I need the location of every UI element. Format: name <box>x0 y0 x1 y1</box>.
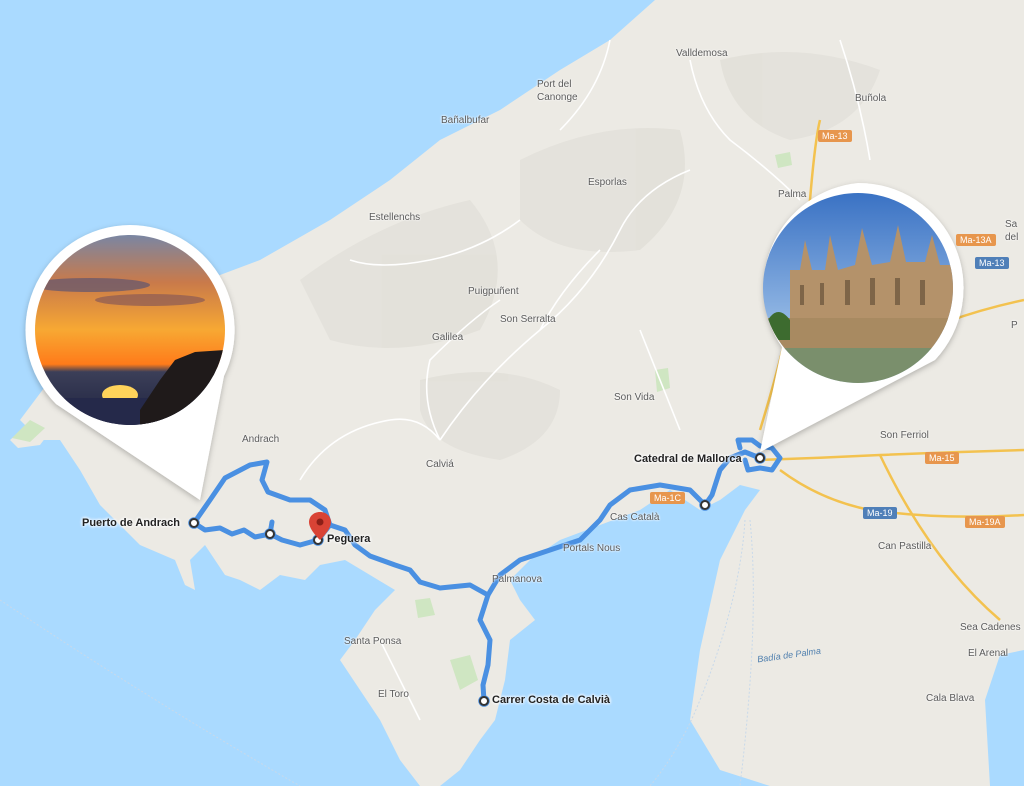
place-estellencs: Estellenchs <box>369 212 421 223</box>
place-palmanova: Palmanova <box>492 574 543 585</box>
place-galilea: Galilea <box>432 332 464 343</box>
place-port-canonge: Port del Canonge <box>537 79 578 103</box>
place-andratx: Andrach <box>242 434 280 445</box>
place-palma: Palma <box>778 189 807 200</box>
place-santa-ponsa: Santa Ponsa <box>344 636 402 647</box>
place-banyalbufar: Bañalbufar <box>441 115 490 126</box>
map-base-layer <box>0 0 1024 786</box>
place-el-toro: El Toro <box>378 689 409 700</box>
place-sant-marcal: Sa del <box>1005 219 1019 243</box>
place-puigpunyent: Puigpuñent <box>468 286 519 297</box>
place-esporles: Esporlas <box>588 177 627 188</box>
place-son-serralta: Son Serralta <box>500 314 556 325</box>
road-shield-ma19a: Ma-19A <box>965 516 1005 528</box>
place-edge-p: P <box>1011 320 1018 331</box>
road-shield-ma13: Ma-13 <box>975 257 1009 269</box>
stop-label-puerto-andratx[interactable]: Puerto de Andrach <box>82 517 180 529</box>
stop-label-peguera[interactable]: Peguera <box>327 533 370 545</box>
road-shield-ma19: Ma-19 <box>863 507 897 519</box>
road-shield-ma13-top: Ma-13 <box>818 130 852 142</box>
place-cala-blava: Cala Blava <box>926 693 975 704</box>
place-can-pastilla: Can Pastilla <box>878 541 932 552</box>
road-shield-ma13a: Ma-13A <box>956 234 996 246</box>
road-shield-ma1c: Ma-1C <box>650 492 686 504</box>
place-son-vida: Son Vida <box>614 392 655 403</box>
road-shield-ma15: Ma-15 <box>925 452 959 464</box>
map-canvas[interactable]: Valldemosa Port del Canonge Buñola Bañal… <box>0 0 1024 786</box>
stop-label-costa-calvia[interactable]: Carrer Costa de Calvià <box>492 694 610 706</box>
place-sea-cadenes: Sea Cadenes <box>960 622 1021 633</box>
place-calvia: Calviá <box>426 459 454 470</box>
place-portals-nous: Portals Nous <box>563 543 621 554</box>
stop-label-catedral[interactable]: Catedral de Mallorca <box>634 453 742 465</box>
place-son-ferriol: Son Ferriol <box>880 430 929 441</box>
place-bunola: Buñola <box>855 93 887 104</box>
place-cas-catala: Cas Català <box>610 512 660 523</box>
place-valldemossa: Valldemosa <box>676 48 728 59</box>
place-el-arenal: El Arenal <box>968 648 1009 659</box>
